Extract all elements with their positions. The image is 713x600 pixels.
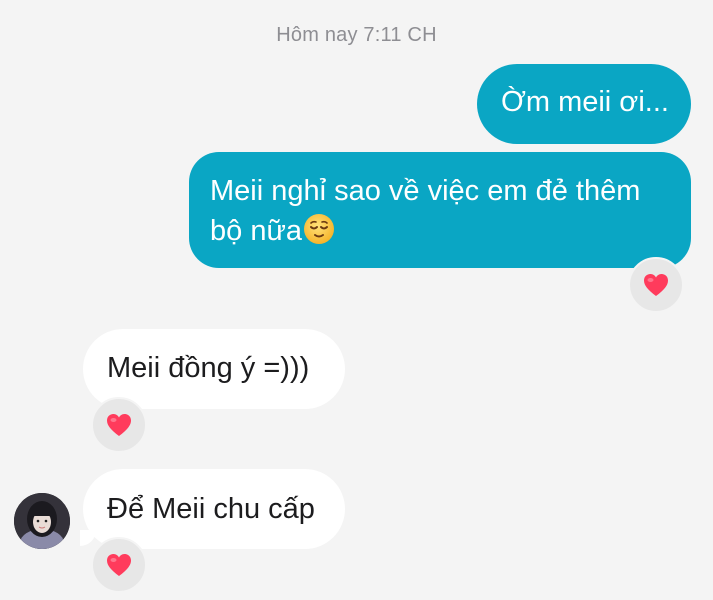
heart-reaction[interactable] <box>91 397 147 453</box>
contact-avatar[interactable] <box>14 493 70 549</box>
heart-icon <box>643 273 669 297</box>
message-text: Để Meii chu cấp <box>107 493 315 525</box>
avatar-photo-icon <box>14 493 70 549</box>
outgoing-message-bubble[interactable]: Ờm meii ơi... <box>477 64 691 144</box>
message-text: Ờm meii ơi... <box>501 86 669 118</box>
message-text: Meii nghỉ sao về việc em đẻ thêm bộ nữa <box>210 175 641 247</box>
heart-icon <box>106 553 132 577</box>
outgoing-message-bubble[interactable]: Meii nghỉ sao về việc em đẻ thêm bộ nữa <box>189 152 691 268</box>
message-text: Meii đồng ý =))) <box>107 352 310 384</box>
relieved-face-emoji-icon <box>303 213 335 245</box>
heart-reaction[interactable] <box>91 537 147 593</box>
heart-reaction[interactable] <box>628 257 684 313</box>
heart-icon <box>106 413 132 437</box>
chat-timestamp: Hôm nay 7:11 CH <box>276 24 437 46</box>
